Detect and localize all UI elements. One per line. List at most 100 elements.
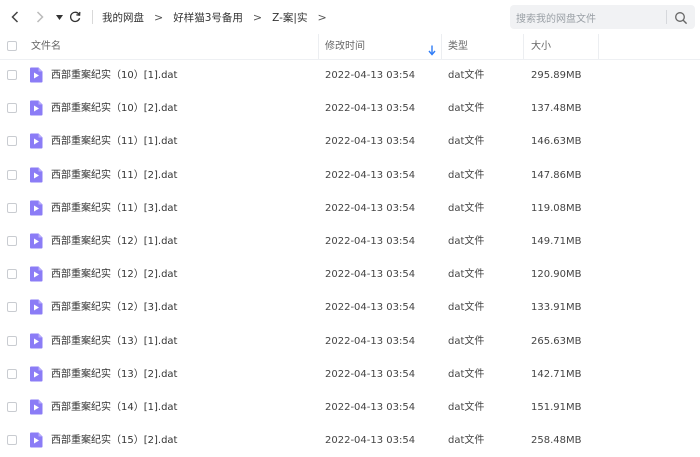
breadcrumb-item-current[interactable]: Z-案|实 (272, 10, 307, 25)
file-modified-time: 2022-04-13 03:54 (325, 170, 416, 181)
file-modified-time: 2022-04-13 03:54 (325, 336, 416, 347)
video-file-icon (29, 266, 43, 282)
search-box[interactable]: 搜索我的网盘文件 (510, 5, 695, 29)
file-size: 120.90MB (531, 269, 582, 280)
search-input[interactable]: 搜索我的网盘文件 (516, 10, 596, 25)
file-size: 147.86MB (531, 170, 582, 181)
arrow-down-icon[interactable] (428, 41, 436, 60)
column-divider[interactable] (523, 34, 524, 59)
column-header-size[interactable]: 大小 (531, 34, 551, 59)
file-name[interactable]: 西部重案纪实（13）[2].dat (51, 358, 177, 391)
breadcrumb: 我的网盘 > 好样猫3号备用 > Z-案|实 > (92, 0, 337, 34)
caret-down-icon (55, 14, 63, 20)
file-size: 142.71MB (531, 369, 582, 380)
file-type: dat文件 (448, 236, 485, 247)
row-checkbox[interactable] (7, 136, 17, 146)
back-button[interactable] (8, 6, 22, 28)
row-checkbox[interactable] (7, 103, 17, 113)
file-type: dat文件 (448, 369, 485, 380)
table-row[interactable]: 西部重案纪实（10）[2].dat 2022-04-13 03:54 dat文件 13… (0, 92, 700, 125)
file-size: 149.71MB (531, 236, 582, 247)
table-row[interactable]: 西部重案纪实（14）[1].dat 2022-04-13 03:54 dat文件 15… (0, 391, 700, 424)
file-modified-time: 2022-04-13 03:54 (325, 402, 416, 413)
file-name[interactable]: 西部重案纪实（14）[1].dat (51, 391, 177, 424)
file-type: dat文件 (448, 336, 485, 347)
chevron-right-icon (36, 11, 44, 23)
file-name[interactable]: 西部重案纪实（12）[3].dat (51, 291, 177, 324)
table-row[interactable]: 西部重案纪实（15）[2].dat 2022-04-13 03:54 dat文件 25… (0, 424, 700, 457)
row-checkbox[interactable] (7, 302, 17, 312)
file-modified-time: 2022-04-13 03:54 (325, 435, 416, 446)
breadcrumb-divider (92, 10, 93, 24)
video-file-icon (29, 67, 43, 83)
table-row[interactable]: 西部重案纪实（13）[2].dat 2022-04-13 03:54 dat文件 14… (0, 358, 700, 391)
video-file-icon (29, 200, 43, 216)
video-file-icon (29, 366, 43, 382)
video-file-icon (29, 167, 43, 183)
file-size: 119.08MB (531, 203, 582, 214)
file-size: 151.91MB (531, 402, 582, 413)
file-modified-time: 2022-04-13 03:54 (325, 136, 416, 147)
chevron-left-icon (11, 11, 19, 23)
file-name[interactable]: 西部重案纪实（12）[2].dat (51, 258, 177, 291)
select-all-checkbox[interactable] (7, 41, 17, 51)
column-divider[interactable] (441, 34, 442, 59)
table-row[interactable]: 西部重案纪实（12）[1].dat 2022-04-13 03:54 dat文件 14… (0, 225, 700, 258)
column-header-type[interactable]: 类型 (448, 34, 468, 59)
file-type: dat文件 (448, 435, 485, 446)
file-size: 295.89MB (531, 70, 582, 81)
file-name[interactable]: 西部重案纪实（11）[3].dat (51, 192, 177, 225)
table-row[interactable]: 西部重案纪实（11）[1].dat 2022-04-13 03:54 dat文件 14… (0, 125, 700, 158)
file-modified-time: 2022-04-13 03:54 (325, 103, 416, 114)
file-modified-time: 2022-04-13 03:54 (325, 302, 416, 313)
file-type: dat文件 (448, 70, 485, 81)
video-file-icon (29, 233, 43, 249)
breadcrumb-separator: > (317, 10, 327, 24)
video-file-icon (29, 299, 43, 315)
refresh-button[interactable] (68, 6, 82, 28)
file-list-header: 文件名 修改时间 类型 大小 (0, 34, 700, 60)
table-row[interactable]: 西部重案纪实（13）[1].dat 2022-04-13 03:54 dat文件 26… (0, 325, 700, 358)
refresh-icon (69, 11, 81, 23)
row-checkbox[interactable] (7, 269, 17, 279)
file-size: 133.91MB (531, 302, 582, 313)
file-type: dat文件 (448, 203, 485, 214)
row-checkbox[interactable] (7, 435, 17, 445)
row-checkbox[interactable] (7, 70, 17, 80)
file-name[interactable]: 西部重案纪实（15）[2].dat (51, 424, 177, 457)
table-row[interactable]: 西部重案纪实（12）[2].dat 2022-04-13 03:54 dat文件 12… (0, 258, 700, 291)
row-checkbox[interactable] (7, 369, 17, 379)
row-checkbox[interactable] (7, 203, 17, 213)
table-row[interactable]: 西部重案纪实（11）[2].dat 2022-04-13 03:54 dat文件 14… (0, 159, 700, 192)
table-row[interactable]: 西部重案纪实（12）[3].dat 2022-04-13 03:54 dat文件 13… (0, 291, 700, 324)
file-size: 265.63MB (531, 336, 582, 347)
file-size: 137.48MB (531, 103, 582, 114)
file-name[interactable]: 西部重案纪实（11）[1].dat (51, 125, 177, 158)
file-type: dat文件 (448, 402, 485, 413)
file-name[interactable]: 西部重案纪实（13）[1].dat (51, 325, 177, 358)
breadcrumb-item-root[interactable]: 我的网盘 (102, 10, 144, 25)
history-dropdown-button[interactable] (54, 6, 64, 28)
breadcrumb-separator: > (154, 10, 164, 24)
column-header-name[interactable]: 文件名 (31, 34, 61, 59)
row-checkbox[interactable] (7, 402, 17, 412)
row-checkbox[interactable] (7, 336, 17, 346)
row-checkbox[interactable] (7, 236, 17, 246)
file-type: dat文件 (448, 302, 485, 313)
file-type: dat文件 (448, 269, 485, 280)
file-name[interactable]: 西部重案纪实（11）[2].dat (51, 159, 177, 192)
file-name[interactable]: 西部重案纪实（10）[1].dat (51, 59, 177, 92)
video-file-icon (29, 432, 43, 448)
column-divider[interactable] (598, 34, 599, 59)
file-name[interactable]: 西部重案纪实（10）[2].dat (51, 92, 177, 125)
column-divider[interactable] (318, 34, 319, 59)
row-checkbox[interactable] (7, 170, 17, 180)
breadcrumb-item-folder[interactable]: 好样猫3号备用 (173, 10, 243, 25)
search-icon[interactable] (674, 10, 688, 29)
column-header-modified[interactable]: 修改时间 (325, 34, 365, 59)
file-name[interactable]: 西部重案纪实（12）[1].dat (51, 225, 177, 258)
forward-button[interactable] (33, 6, 47, 28)
table-row[interactable]: 西部重案纪实（10）[1].dat 2022-04-13 03:54 dat文件 29… (0, 59, 700, 92)
video-file-icon (29, 399, 43, 415)
table-row[interactable]: 西部重案纪实（11）[3].dat 2022-04-13 03:54 dat文件 11… (0, 192, 700, 225)
